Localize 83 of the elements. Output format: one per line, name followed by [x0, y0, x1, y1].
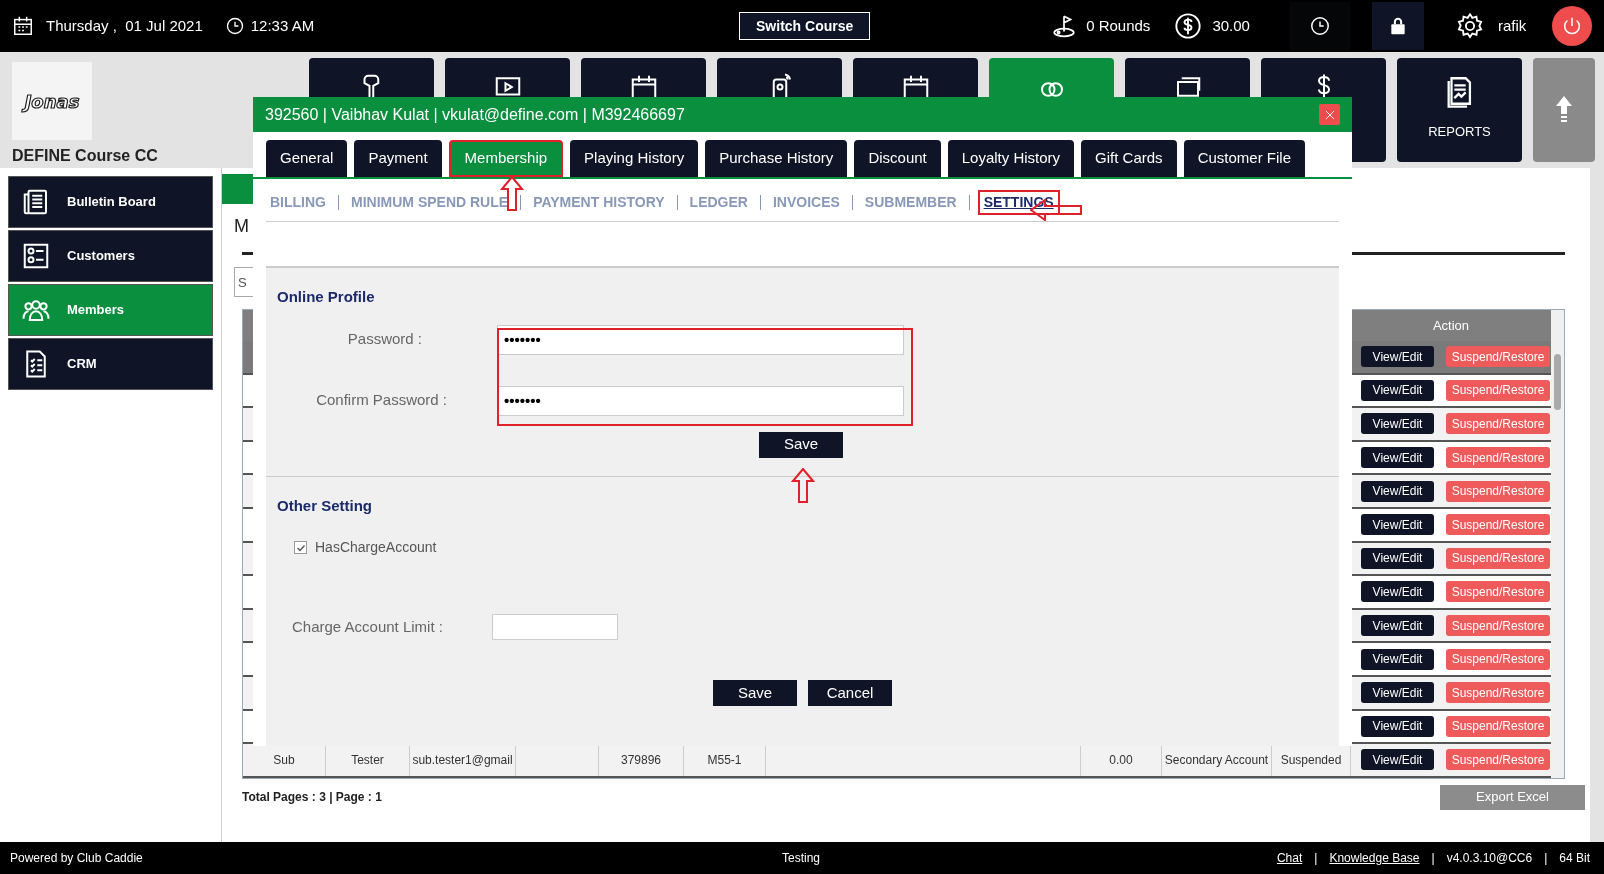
section-heading: Other Setting — [277, 495, 373, 516]
dollar-icon — [1174, 12, 1203, 40]
clock-button[interactable] — [1289, 2, 1350, 50]
balance-text: 30.00 — [1212, 15, 1250, 36]
tab[interactable]: General — [266, 140, 348, 177]
view-edit-button[interactable]: View/Edit — [1361, 615, 1434, 637]
view-edit-button[interactable]: View/Edit — [1361, 581, 1434, 603]
table-cell-text: Secondary Account — [1164, 751, 1269, 769]
tab[interactable]: Membership — [448, 140, 564, 177]
table-cell-text: 379896 — [620, 751, 661, 769]
sidebar-item[interactable]: CRM — [8, 338, 213, 390]
table-cell-text: Suspended — [1280, 751, 1342, 769]
separator: | — [1431, 850, 1435, 867]
table-cell-text: 0.00 — [1109, 751, 1133, 769]
section-heading: Online Profile — [277, 287, 376, 307]
view-edit-button[interactable]: View/Edit — [1361, 480, 1434, 502]
footer-text: Powered by Club Caddie — [9, 850, 143, 867]
version-text: 64 Bit — [1559, 850, 1590, 867]
separator: | — [1314, 850, 1318, 867]
scrollbar[interactable] — [1551, 310, 1564, 778]
password-field[interactable]: ••••••• — [497, 324, 904, 355]
view-edit-button[interactable]: View/Edit — [1361, 346, 1434, 368]
view-edit-button[interactable]: View/Edit — [1361, 447, 1434, 469]
view-edit-button[interactable]: View/Edit — [1361, 413, 1434, 435]
dialog-title: 392560 | Vaibhav Kulat | vkulat@define.com | M392466697 — [265, 104, 685, 125]
switch-course-button[interactable]: Switch Course — [739, 12, 871, 40]
view-edit-button[interactable]: View/Edit — [1361, 682, 1434, 704]
time-text: 12:33 AM — [250, 15, 315, 36]
checkbox[interactable] — [294, 541, 307, 554]
charge-limit-field[interactable] — [492, 614, 618, 640]
save-button[interactable]: Save — [759, 431, 843, 458]
view-edit-button[interactable]: View/Edit — [1361, 749, 1434, 771]
save-button[interactable]: Save — [713, 680, 797, 706]
field-label: Charge Account Limit : — [292, 616, 444, 637]
calendar-icon — [12, 15, 34, 37]
tab[interactable]: Customer File — [1183, 140, 1305, 177]
settings-icon — [1455, 12, 1484, 40]
table-row[interactable]: Sub Tester sub.tester1@gmail 379896 M55-1 0.00 Secondary Account Suspended View/Edit Suspend/Restore — [243, 744, 1551, 778]
scroll-up-tile[interactable] — [1533, 58, 1595, 162]
sidebar-item[interactable]: Bulletin Board — [8, 176, 213, 228]
version-text: v4.0.3.10@CC6 — [1446, 850, 1533, 867]
sidebar-item[interactable]: Customers — [8, 230, 213, 282]
table-cell-text: sub.tester1@gmail — [412, 751, 513, 769]
pager-text: Total Pages : 3 | Page : 1 — [242, 789, 382, 807]
power-button[interactable] — [1552, 6, 1593, 46]
environment-label: Testing — [782, 850, 821, 867]
clock-icon — [1308, 15, 1331, 37]
sidebar-item[interactable]: Members — [8, 284, 213, 336]
tab[interactable]: Loyalty History — [947, 140, 1075, 177]
field-label: Password : — [346, 329, 422, 350]
user-name: rafik — [1497, 15, 1527, 36]
contact-list-icon — [21, 241, 51, 271]
tab[interactable]: Discount — [854, 140, 941, 177]
view-edit-button[interactable]: View/Edit — [1361, 514, 1434, 536]
view-edit-button[interactable]: View/Edit — [1361, 547, 1434, 569]
reports-tile[interactable]: REPORTS — [1397, 58, 1522, 162]
view-edit-button[interactable]: View/Edit — [1361, 379, 1434, 401]
logo-text: Jonas — [24, 89, 80, 114]
confirm-password-field[interactable]: ••••••• — [497, 385, 904, 416]
close-button[interactable] — [1319, 104, 1340, 125]
view-edit-button[interactable]: View/Edit — [1361, 648, 1434, 670]
tab[interactable]: Purchase History — [705, 140, 848, 177]
separator: | — [1544, 850, 1548, 867]
rounds-text: 0 Rounds — [1086, 15, 1151, 36]
tab[interactable]: Payment — [354, 140, 442, 177]
footer-link[interactable]: Chat — [1276, 849, 1303, 867]
table-cell-text: M55-1 — [707, 751, 742, 769]
annotation-arrow — [791, 468, 815, 504]
checkbox-label: HasChargeAccount — [315, 538, 437, 557]
tab[interactable]: Playing History — [570, 140, 699, 177]
arrow-up-icon — [1556, 96, 1572, 124]
lock-button[interactable] — [1371, 2, 1424, 50]
field-label: Confirm Password : — [315, 390, 447, 411]
clock-icon — [224, 16, 245, 36]
cancel-button[interactable]: Cancel — [808, 680, 892, 706]
column-header: Action — [1432, 316, 1470, 335]
view-edit-button[interactable]: View/Edit — [1361, 715, 1434, 737]
date-text: Thursday , 01 Jul 2021 — [46, 15, 203, 36]
table-cell-text: Tester — [351, 751, 384, 769]
tab[interactable]: Gift Cards — [1081, 140, 1177, 177]
table-cell-text: Sub — [273, 751, 295, 769]
page-heading: M — [234, 215, 249, 238]
footer-link[interactable]: Knowledge Base — [1329, 849, 1420, 867]
